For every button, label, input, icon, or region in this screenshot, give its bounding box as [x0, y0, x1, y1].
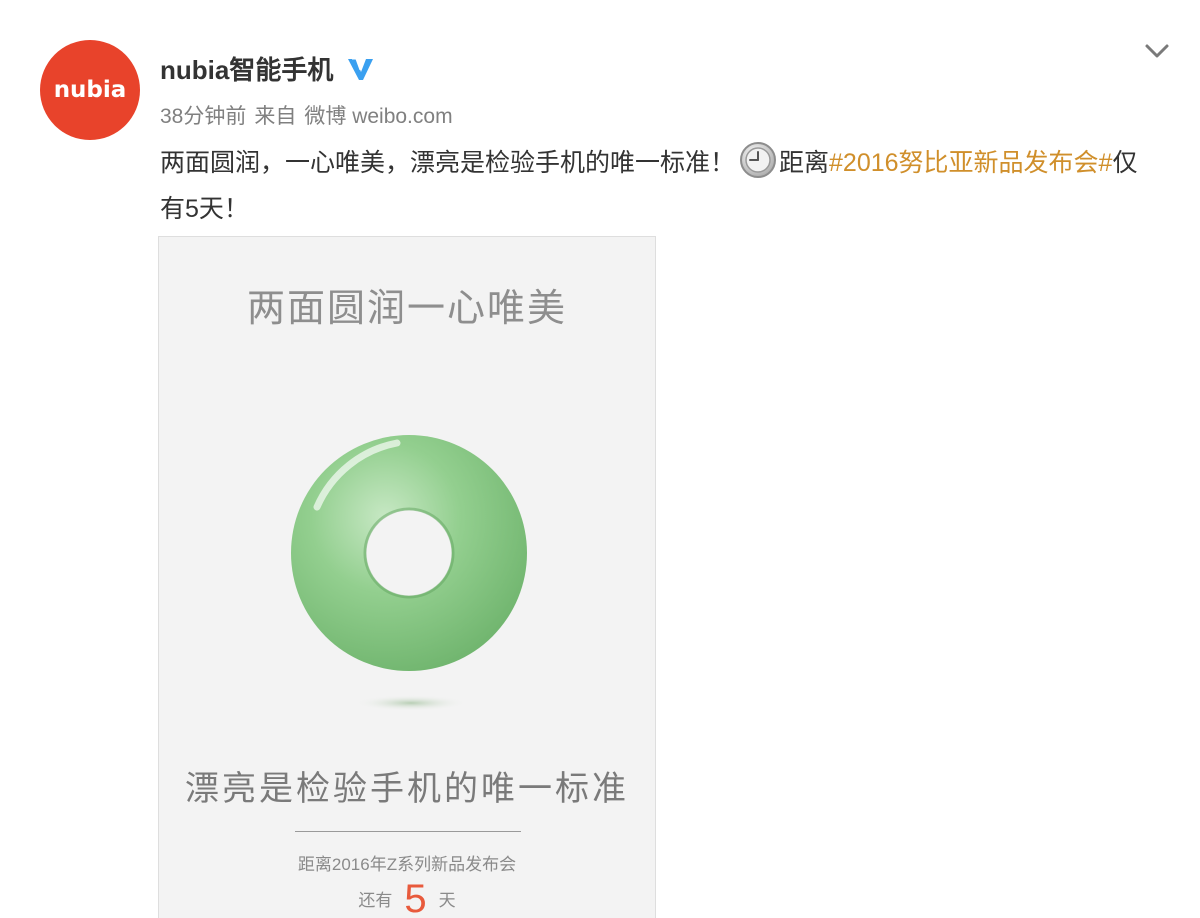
source-label: 来自 [254, 105, 297, 128]
user-name-row: nubia智能手机 [160, 48, 375, 88]
countdown-number: 5 [404, 877, 427, 918]
jade-donut-image [291, 435, 527, 711]
post-time[interactable]: 38分钟前 [160, 100, 246, 130]
image-divider [295, 831, 521, 832]
weibo-post-card: nubia nubia智能手机 38分钟前 来自 微博 weibo.com 两面… [0, 0, 1200, 918]
image-subtitle: 漂亮是检验手机的唯一标准 [185, 770, 629, 808]
post-image[interactable]: 两面圆润一心唯美 漂亮是检验手机的唯一标准 距离2016年Z系列新品发布会 还有… [158, 236, 656, 918]
verified-icon [348, 58, 374, 80]
image-title: 两面圆润一心唯美 [246, 288, 567, 330]
image-countdown: 还有 5 天 [159, 877, 655, 918]
countdown-prefix: 还有 [358, 891, 393, 910]
clock-icon [740, 142, 777, 178]
post-text-before-topic: 距离 [779, 149, 830, 177]
countdown-suffix: 天 [438, 891, 456, 910]
image-event-text: 距离2016年Z系列新品发布会 [297, 855, 517, 874]
post-source[interactable]: 微博 weibo.com [304, 100, 452, 130]
avatar[interactable]: nubia [40, 40, 140, 140]
topic-link[interactable]: #2016努比亚新品发布会# [829, 149, 1112, 177]
user-name[interactable]: nubia智能手机 [160, 50, 333, 87]
post-text: 两面圆润，一心唯美，漂亮是检验手机的唯一标准！ 距离#2016努比亚新品发布会#… [160, 140, 1160, 232]
post-text-main: 两面圆润，一心唯美，漂亮是检验手机的唯一标准！ [160, 149, 736, 177]
chevron-down-icon[interactable] [1142, 36, 1172, 66]
avatar-logo-text: nubia [53, 77, 127, 103]
post-meta: 38分钟前 来自 微博 weibo.com [160, 100, 453, 130]
